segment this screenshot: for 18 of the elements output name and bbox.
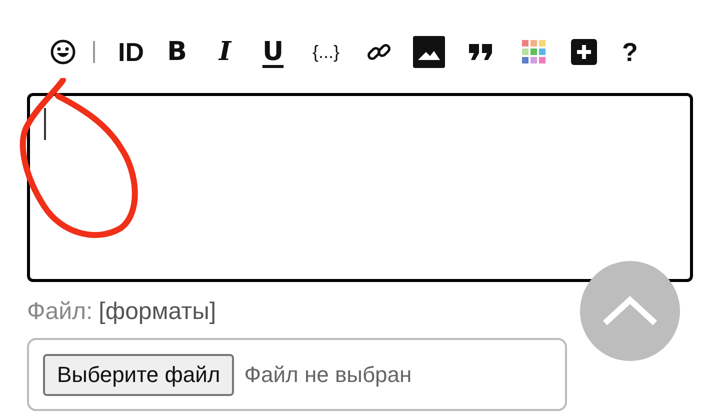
file-input[interactable]: Выберите файл Файл не выбран <box>27 338 567 411</box>
id-button[interactable]: ID <box>109 32 153 72</box>
file-status: Файл не выбран <box>244 362 412 388</box>
bold-button[interactable]: B <box>153 32 201 72</box>
color-palette-icon <box>522 40 546 64</box>
file-label: Файл: <box>27 298 93 326</box>
choose-file-button[interactable]: Выберите файл <box>43 354 234 396</box>
text-editor[interactable] <box>27 93 693 282</box>
chevron-up-icon <box>602 296 658 326</box>
help-button[interactable]: ? <box>608 32 652 72</box>
formats-link[interactable]: [форматы] <box>98 298 216 326</box>
smiley-icon <box>50 39 76 65</box>
code-button[interactable]: {...} <box>297 32 355 72</box>
italic-button[interactable]: I <box>201 32 249 72</box>
plus-icon <box>571 39 597 65</box>
image-icon <box>413 36 445 68</box>
underline-button[interactable]: U <box>249 32 297 72</box>
quote-icon <box>468 43 494 61</box>
